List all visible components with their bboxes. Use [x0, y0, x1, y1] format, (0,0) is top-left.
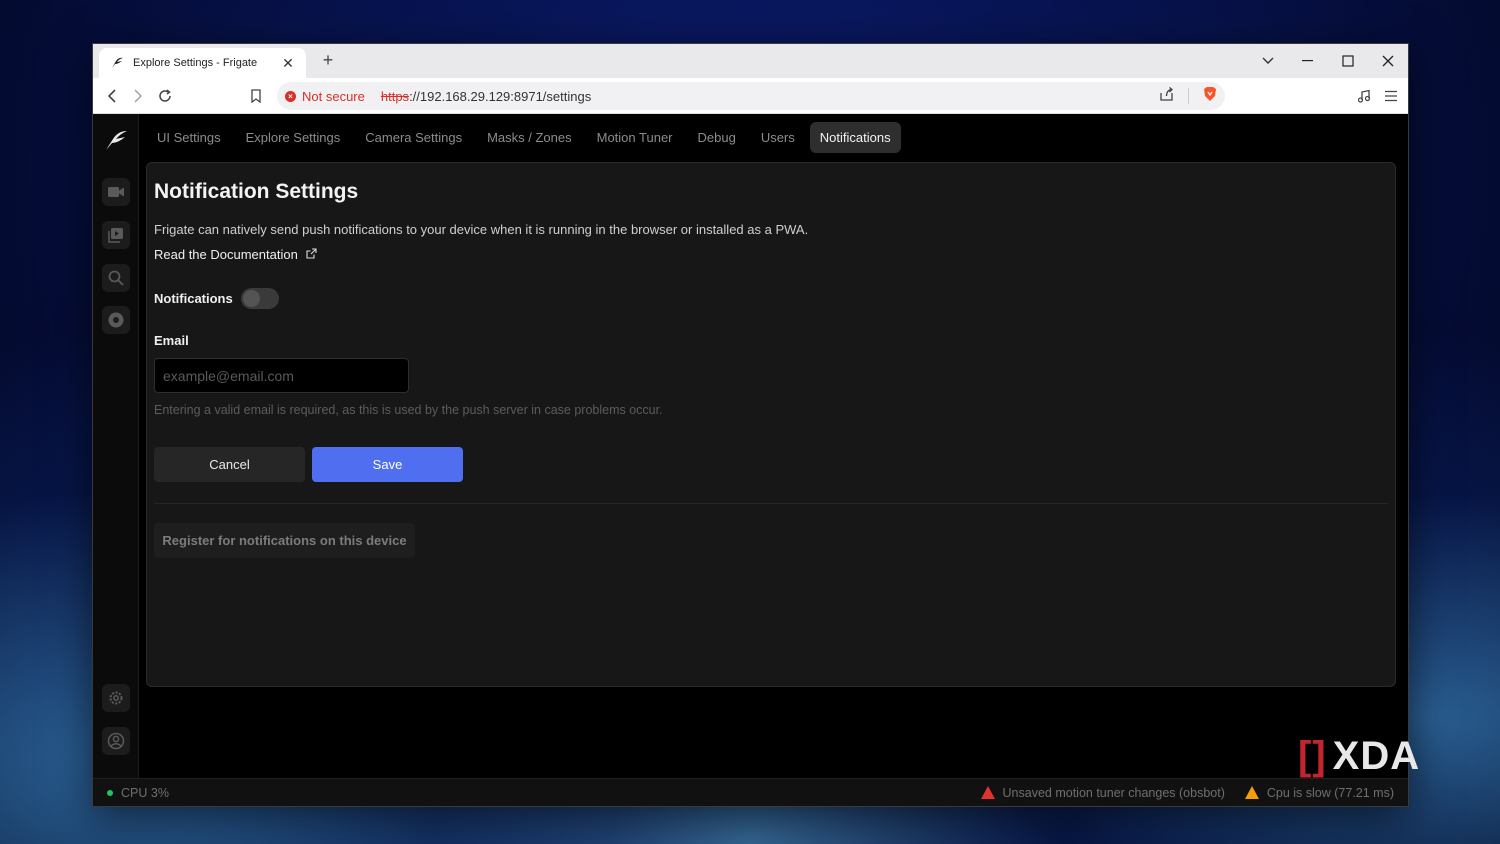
- url-path: ://192.168.29.129:8971/settings: [409, 88, 592, 104]
- url-text[interactable]: https://192.168.29.129:8971/settings: [381, 89, 1159, 104]
- cancel-button[interactable]: Cancel: [154, 447, 305, 482]
- browser-window: Explore Settings - Frigate ✕ + × Not sec…: [92, 43, 1409, 807]
- explore-icon[interactable]: [102, 306, 130, 334]
- tab-masks-zones[interactable]: Masks / Zones: [477, 122, 582, 153]
- tab-explore-settings[interactable]: Explore Settings: [236, 122, 351, 153]
- external-link-icon: [306, 247, 317, 262]
- cpu-usage: CPU 3%: [121, 785, 169, 800]
- email-hint: Entering a valid email is required, as t…: [154, 403, 663, 417]
- warning-icon: [1244, 786, 1259, 799]
- review-icon[interactable]: [102, 221, 130, 249]
- warning-icon: [980, 786, 995, 799]
- camera-icon[interactable]: [102, 178, 130, 206]
- xda-logo-text: XDA: [1332, 734, 1421, 778]
- frigate-tab-icon: [109, 55, 125, 71]
- tab-camera-settings[interactable]: Camera Settings: [355, 122, 472, 153]
- xda-logo-bracket-icon: []: [1298, 734, 1327, 778]
- page-description: Frigate can natively send push notificat…: [154, 222, 809, 237]
- frigate-app: UI Settings Explore Settings Camera Sett…: [93, 114, 1408, 778]
- url-protocol: https: [380, 88, 410, 104]
- security-indicator[interactable]: × Not secure: [285, 89, 365, 104]
- email-label: Email: [154, 333, 189, 348]
- media-icon[interactable]: [1351, 83, 1377, 109]
- minimize-icon[interactable]: [1288, 44, 1328, 78]
- new-tab-icon[interactable]: +: [317, 50, 339, 71]
- settings-nav: UI Settings Explore Settings Camera Sett…: [147, 122, 906, 153]
- notifications-toggle-label: Notifications: [154, 291, 233, 306]
- address-bar[interactable]: × Not secure https://192.168.29.129:8971…: [277, 82, 1225, 110]
- notification-settings-panel: Notification Settings Frigate can native…: [146, 162, 1396, 687]
- tab-strip: Explore Settings - Frigate ✕ +: [93, 44, 1408, 78]
- cpu-slow-warning[interactable]: Cpu is slow (77.21 ms): [1267, 786, 1394, 800]
- sidebar: [93, 114, 139, 778]
- account-icon[interactable]: [102, 727, 130, 755]
- security-label: Not secure: [302, 88, 365, 104]
- browser-toolbar: × Not secure https://192.168.29.129:8971…: [93, 78, 1408, 114]
- tab-title: Explore Settings - Frigate: [133, 57, 258, 69]
- search-icon[interactable]: [102, 264, 130, 292]
- frigate-logo-icon[interactable]: [103, 128, 129, 154]
- forward-icon[interactable]: [125, 83, 151, 109]
- bookmark-icon[interactable]: [243, 83, 269, 109]
- tab-search-icon[interactable]: [1248, 44, 1288, 78]
- cpu-status-dot: [107, 789, 113, 796]
- share-icon[interactable]: [1159, 86, 1174, 106]
- window-controls: [1248, 44, 1408, 78]
- status-warnings: Unsaved motion tuner changes (obsbot) Cp…: [980, 786, 1394, 800]
- reload-icon[interactable]: [152, 83, 178, 109]
- tab-users[interactable]: Users: [751, 122, 805, 153]
- xda-watermark: [] XDA: [1298, 734, 1420, 779]
- documentation-link[interactable]: Read the Documentation: [154, 247, 317, 262]
- section-divider: [154, 503, 1388, 504]
- motion-tuner-warning[interactable]: Unsaved motion tuner changes (obsbot): [1003, 786, 1225, 800]
- documentation-link-label: Read the Documentation: [154, 247, 298, 262]
- close-window-icon[interactable]: [1368, 44, 1408, 78]
- browser-tab[interactable]: Explore Settings - Frigate ✕: [99, 48, 306, 78]
- not-secure-icon: ×: [285, 90, 296, 102]
- status-bar: CPU 3% Unsaved motion tuner changes (obs…: [93, 778, 1408, 806]
- page-title: Notification Settings: [154, 180, 359, 203]
- notifications-toggle[interactable]: [240, 288, 279, 309]
- menu-icon[interactable]: [1378, 83, 1404, 109]
- tab-close-icon[interactable]: ✕: [280, 55, 296, 72]
- register-device-button[interactable]: Register for notifications on this devic…: [154, 523, 415, 558]
- settings-icon[interactable]: [102, 684, 130, 712]
- tab-notifications[interactable]: Notifications: [809, 122, 901, 153]
- tab-ui-settings[interactable]: UI Settings: [147, 122, 231, 153]
- back-icon[interactable]: [99, 83, 125, 109]
- tab-debug[interactable]: Debug: [688, 122, 746, 153]
- notifications-toggle-row: Notifications: [154, 288, 279, 309]
- address-divider: [1188, 88, 1189, 104]
- tab-motion-tuner[interactable]: Motion Tuner: [587, 122, 683, 153]
- brave-shields-icon[interactable]: [1203, 86, 1217, 107]
- save-button[interactable]: Save: [312, 447, 463, 482]
- maximize-icon[interactable]: [1328, 44, 1368, 78]
- email-field[interactable]: [154, 358, 409, 393]
